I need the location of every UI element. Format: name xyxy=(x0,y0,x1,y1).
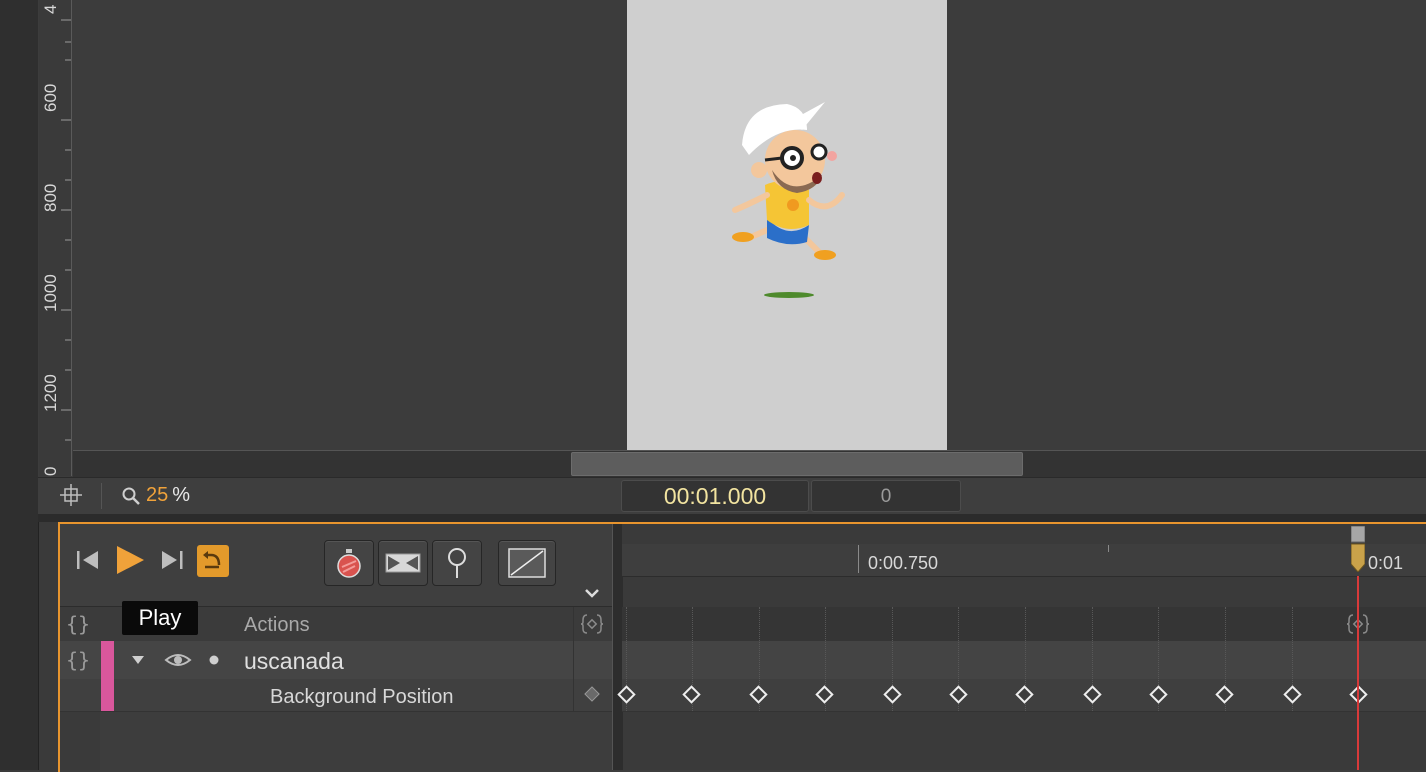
frame-readout[interactable]: 0 xyxy=(811,480,961,512)
crosshair-icon[interactable] xyxy=(58,484,84,506)
horizontal-scroll-thumb[interactable] xyxy=(571,452,1023,476)
layer-actions-brace-icon[interactable]: {} xyxy=(66,648,90,672)
panel-divider[interactable] xyxy=(38,514,1426,522)
auto-transition-icon[interactable] xyxy=(378,540,428,586)
time-tick xyxy=(858,545,859,573)
time-readout[interactable]: 00:01.000 xyxy=(621,480,809,512)
ruler-label: 1000 xyxy=(41,274,60,312)
zoom-icon[interactable] xyxy=(121,486,141,506)
eye-icon[interactable] xyxy=(164,650,192,670)
stopwatch-icon[interactable] xyxy=(324,540,374,586)
actions-track[interactable] xyxy=(622,607,1426,641)
ruler-label: 600 xyxy=(41,83,60,112)
expand-triangle-icon[interactable] xyxy=(130,652,146,668)
playhead-line[interactable] xyxy=(1357,576,1359,770)
loop-icon[interactable] xyxy=(197,545,229,577)
stage-canvas[interactable] xyxy=(627,0,947,450)
lock-dot-icon[interactable] xyxy=(207,653,221,667)
status-divider xyxy=(101,483,102,509)
actions-label: Actions xyxy=(244,614,310,636)
time-tick xyxy=(1108,545,1109,552)
layer-name[interactable]: uscanada xyxy=(244,648,344,675)
chevron-down-icon[interactable] xyxy=(582,584,602,602)
skip-to-start-icon[interactable] xyxy=(74,546,102,574)
property-name[interactable]: Background Position xyxy=(270,686,453,709)
zoom-value[interactable]: 25 xyxy=(146,484,168,506)
layer-color-tag xyxy=(101,641,114,711)
character-illustration xyxy=(732,102,845,298)
ruler-label: 1200 xyxy=(41,374,60,412)
vertical-ruler: 4 600 800 1000 1200 0 xyxy=(39,0,72,476)
skip-to-end-icon[interactable] xyxy=(158,546,186,574)
ruler-label: 0 xyxy=(41,466,60,476)
zoom-unit: % xyxy=(172,484,191,506)
layer-track[interactable] xyxy=(622,641,1426,679)
pin-icon[interactable] xyxy=(432,540,482,586)
actions-brace-icon[interactable]: {} xyxy=(66,612,90,636)
time-ruler[interactable] xyxy=(622,544,1426,577)
time-label-mid: 0:00.750 xyxy=(868,553,939,573)
ruler-label: 800 xyxy=(41,183,60,212)
left-panel-edge xyxy=(0,0,39,770)
time-ruler-top xyxy=(622,524,1426,545)
column-divider xyxy=(573,607,574,711)
ruler-label: 4 xyxy=(41,4,60,14)
play-icon[interactable] xyxy=(114,544,146,576)
easing-curve-icon[interactable] xyxy=(498,540,556,586)
time-label-end: 0:01 xyxy=(1368,553,1404,573)
add-keyframe-icon[interactable] xyxy=(582,684,602,704)
playhead-handle[interactable] xyxy=(1350,525,1366,573)
zoom-level[interactable]: 25% xyxy=(146,484,190,507)
action-keyframe-icon[interactable] xyxy=(580,612,604,636)
play-tooltip: Play xyxy=(122,601,198,635)
